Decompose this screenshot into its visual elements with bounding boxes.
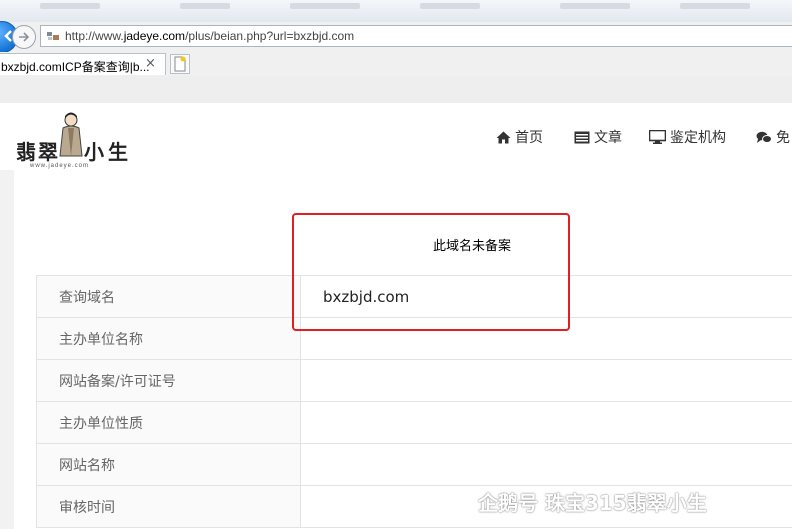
row-value-license (300, 359, 792, 402)
row-value-site-name (300, 443, 792, 486)
address-bar[interactable]: http://www.jadeye.com/plus/beian.php?url… (40, 25, 792, 47)
nav-home-label: 首页 (515, 130, 543, 146)
favorites-placeholder (680, 3, 750, 9)
tab-close-icon[interactable]: × (145, 56, 156, 71)
logo-url: www.jadeye.com (30, 163, 90, 169)
table-row: 网站名称 (36, 443, 792, 486)
browser-navigation-bar: http://www.jadeye.com/plus/beian.php?url… (0, 21, 792, 53)
row-label-site-name: 网站名称 (36, 443, 301, 486)
nav-home[interactable]: 首页 (496, 127, 543, 147)
row-label-license: 网站备案/许可证号 (36, 359, 301, 402)
address-url: http://www.jadeye.com/plus/beian.php?url… (65, 29, 354, 43)
home-icon (496, 131, 511, 143)
nav-appraisal-label: 鉴定机构 (670, 130, 726, 146)
nav-articles-label: 文章 (594, 130, 622, 146)
logo-text-right: 小生 (84, 140, 132, 164)
favorites-placeholder (180, 3, 230, 9)
browser-tab-active[interactable]: bxzbjd.comICP备案查询|b... × (0, 53, 166, 75)
row-label-sponsor: 主办单位名称 (36, 317, 301, 360)
new-tab-icon (174, 56, 186, 72)
favorites-placeholder (40, 3, 100, 9)
highlight-annotation-box (292, 213, 570, 331)
new-tab-button[interactable] (170, 54, 190, 74)
nav-free[interactable]: 免 (756, 127, 790, 147)
url-host: jadeye.com (123, 29, 186, 43)
row-label-domain: 查询域名 (36, 275, 301, 318)
table-row: 网站备案/许可证号 (36, 359, 792, 402)
page-top-bar (0, 76, 792, 103)
table-row: 主办单位性质 (36, 401, 792, 444)
url-path: /plus/beian.php?url=bxzbjd.com (185, 29, 355, 43)
site-favicon-icon (47, 32, 59, 40)
logo-figure-icon (59, 112, 83, 157)
chat-icon (756, 131, 772, 143)
monitor-icon (649, 130, 666, 144)
row-value-sponsor-type (300, 401, 792, 444)
penguin-icon (446, 490, 468, 515)
site-logo[interactable]: 翡翠 小生 www.jadeye.com (14, 112, 128, 172)
nav-appraisal-institutions[interactable]: 鉴定机构 (649, 127, 726, 147)
url-prefix: http://www. (65, 29, 124, 43)
watermark: 企鹅号 珠宝315翡翠小生 (444, 487, 707, 516)
row-label-review-time: 审核时间 (36, 485, 301, 528)
tab-title: bxzbjd.comICP备案查询|b... (1, 60, 150, 74)
list-icon (574, 131, 590, 143)
favorites-placeholder (420, 3, 480, 9)
favorites-placeholder (560, 3, 630, 9)
page-left-gutter (0, 170, 14, 529)
browser-tab-bar: bxzbjd.comICP备案查询|b... × (0, 52, 792, 76)
nav-free-label: 免 (776, 130, 790, 146)
watermark-text: 企鹅号 珠宝315翡翠小生 (478, 491, 707, 515)
row-label-sponsor-type: 主办单位性质 (36, 401, 301, 444)
nav-articles[interactable]: 文章 (574, 127, 622, 147)
browser-favorites-strip (0, 0, 792, 23)
favorites-placeholder (290, 3, 360, 9)
logo-text-left: 翡翠 (16, 140, 60, 164)
forward-button[interactable] (12, 25, 36, 49)
forward-arrow-icon (19, 32, 30, 42)
site-header: 翡翠 小生 www.jadeye.com 首页 文章 鉴定机构 免 (0, 103, 792, 170)
